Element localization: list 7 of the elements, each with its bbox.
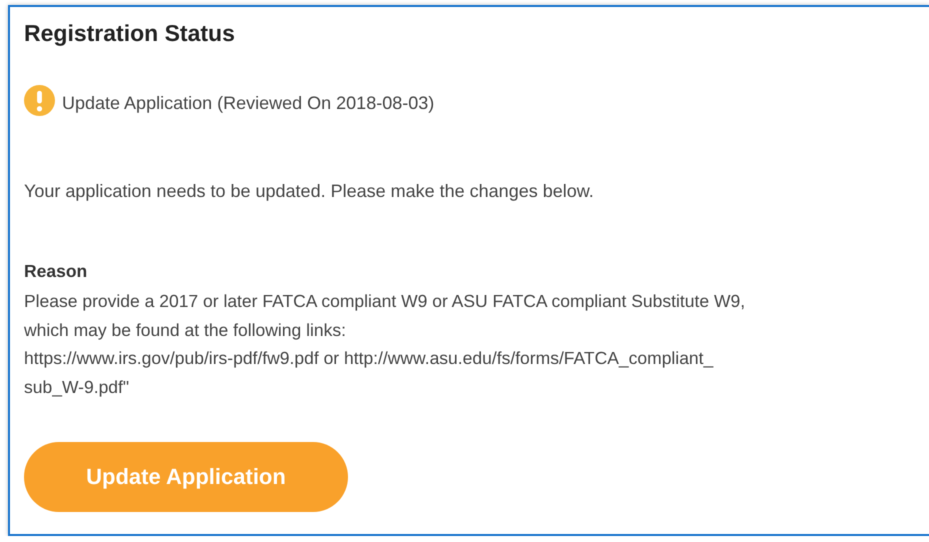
message-text: Your application needs to be updated. Please make the changes below.: [24, 180, 595, 203]
status-text: Update Application (Reviewed On 2018-08-03): [62, 92, 434, 114]
update-application-button[interactable]: Update Application: [24, 442, 348, 512]
warning-icon: [24, 85, 55, 116]
reason-text: Please provide a 2017 or later FATCA compliant W9 or ASU FATCA compliant Substitute W9, which may be found at the following links: https://www.irs.gov/pub/irs-pdf/fw9.pdf or http://www.asu.edu/fs/forms/FATCA_compliant_ sub_W-9.pdf": [24, 290, 746, 399]
section-title: Registration Status: [24, 19, 236, 48]
reason-label: Reason: [24, 260, 88, 283]
